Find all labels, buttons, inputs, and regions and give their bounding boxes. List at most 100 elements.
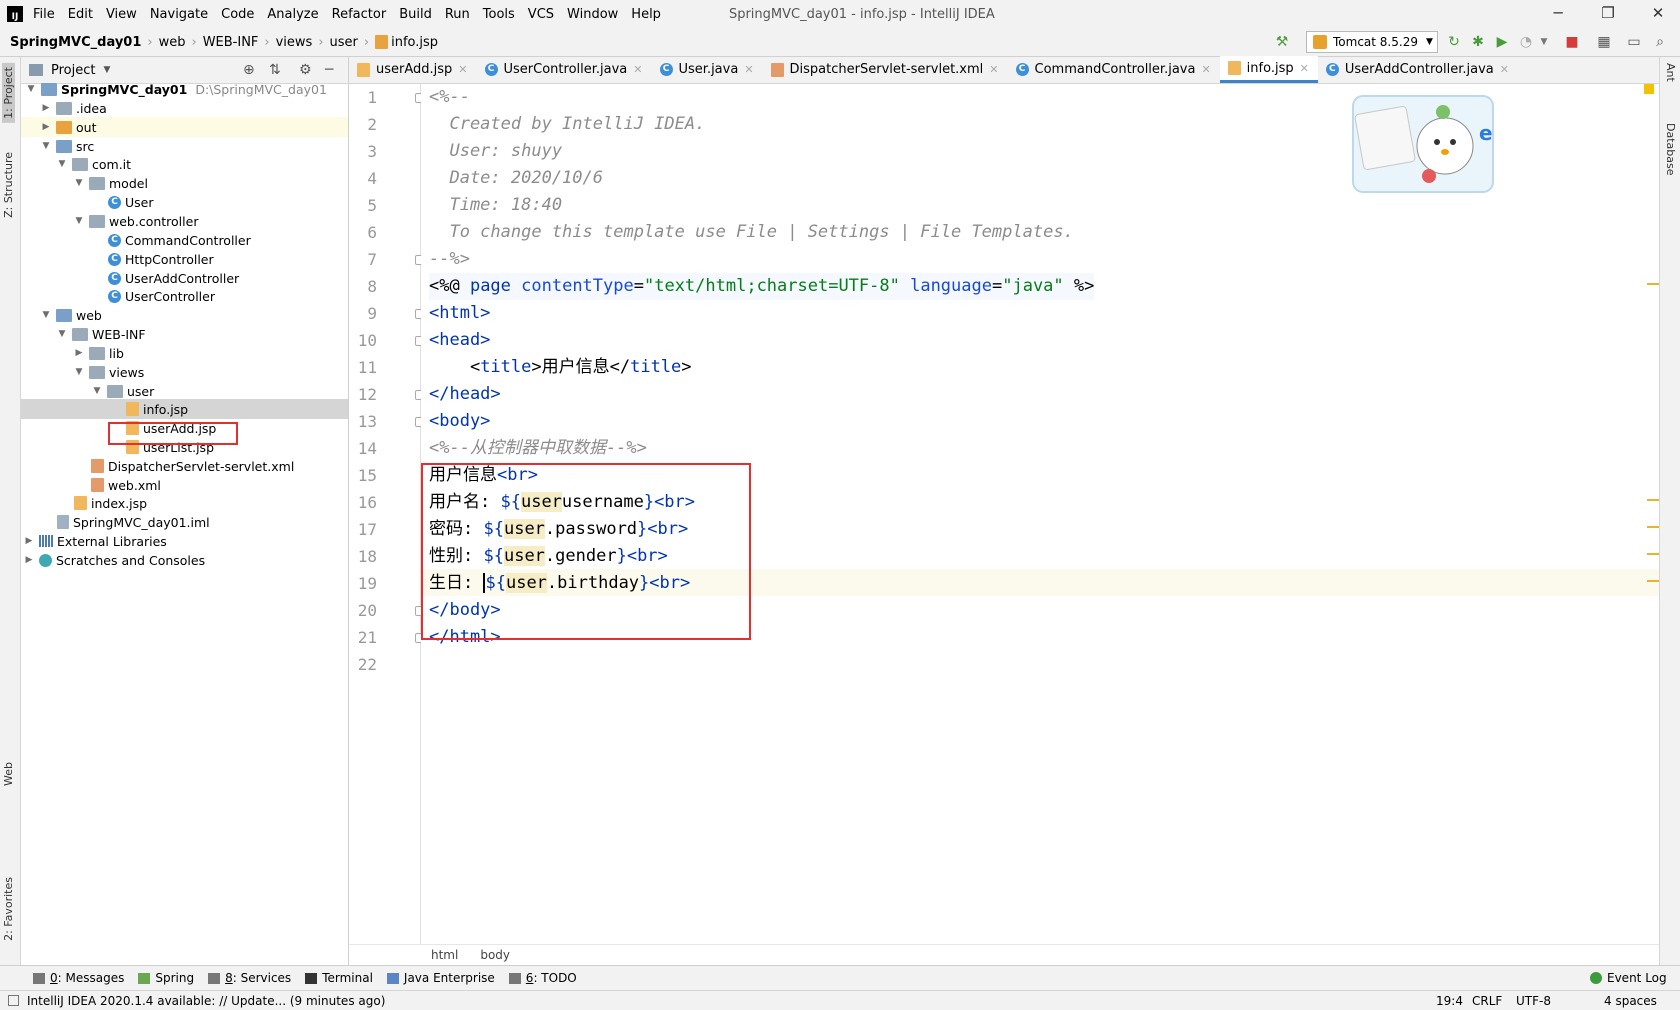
tree-item[interactable]: C UserAddController [21,268,348,288]
breadcrumb-file[interactable]: info.jsp [375,35,438,50]
tree-item[interactable]: C User [21,192,348,212]
structure-tool-tab[interactable]: Z: Structure [2,152,15,218]
warning-marker[interactable] [1647,499,1659,501]
tree-item[interactable]: C UserController [21,286,348,306]
tree-item[interactable]: ▼ web.controller [21,211,348,231]
tree-item[interactable]: ▼ model [21,173,348,193]
menu-edit[interactable]: Edit [68,7,93,22]
stop-icon[interactable]: ■ [1564,34,1580,50]
tab-info-jsp[interactable]: info.jsp ✕ [1219,56,1318,83]
event-log-button[interactable]: Event Log [1590,971,1667,985]
java-enterprise-tool-button[interactable]: Java Enterprise [386,971,495,985]
tab-commandcontroller-java[interactable]: C CommandController.java ✕ [1008,56,1220,83]
inspection-status-icon[interactable] [1644,84,1654,94]
warning-marker[interactable] [1647,580,1659,582]
menu-view[interactable]: View [106,7,137,22]
web-tool-tab[interactable]: Web [2,762,15,786]
expanded-arrow-icon[interactable]: ▼ [73,178,85,188]
ant-tool-tab[interactable]: Ant [1664,63,1677,82]
editor-breadcrumb-html[interactable]: html [431,948,458,962]
indent-setting[interactable]: 4 spaces [1604,994,1657,1008]
breadcrumb-web[interactable]: web [159,35,186,50]
tree-item[interactable]: index.jsp [21,493,348,513]
collapsed-arrow-icon[interactable]: ▶ [73,348,85,358]
locate-icon[interactable]: ⊕ [243,62,255,78]
tree-item[interactable]: ▶ lib [21,343,348,363]
chevron-down-icon[interactable]: ▼ [103,65,110,75]
expanded-arrow-icon[interactable]: ▼ [91,386,103,396]
collapse-all-icon[interactable]: ⇅ [269,62,281,78]
collapsed-arrow-icon[interactable]: ▶ [23,536,35,546]
tree-item[interactable]: ▼ src [21,136,348,156]
editor-breadcrumb-body[interactable]: body [480,948,510,962]
collapsed-arrow-icon[interactable]: ▶ [40,122,52,132]
tree-item[interactable]: ▼ web [21,305,348,325]
tree-item[interactable]: ▶ out [21,117,348,137]
status-toggle-icon[interactable] [8,995,19,1006]
project-view-select[interactable]: Project [51,63,95,78]
tab-useraddcontroller-java[interactable]: C UserAddController.java ✕ [1318,56,1518,83]
menu-refactor[interactable]: Refactor [332,7,387,22]
search-icon[interactable]: ⌕ [1652,34,1668,50]
tree-item[interactable]: ▶ External Libraries [21,531,348,551]
breadcrumb-views[interactable]: views [276,35,313,50]
line-separator[interactable]: CRLF [1472,994,1502,1008]
expanded-arrow-icon[interactable]: ▼ [56,159,68,169]
breadcrumb-project[interactable]: SpringMVC_day01 [10,35,141,50]
expanded-arrow-icon[interactable]: ▼ [73,367,85,377]
expanded-arrow-icon[interactable]: ▼ [40,141,52,151]
close-tab-icon[interactable]: ✕ [1500,63,1509,76]
expanded-arrow-icon[interactable]: ▼ [73,216,85,226]
tree-item[interactable]: C CommandController [21,230,348,250]
chevron-down-icon[interactable]: ▼ [1536,34,1552,50]
project-tool-tab[interactable]: 1: Project [2,63,15,123]
caret-position[interactable]: 19:4 [1436,994,1463,1008]
expanded-arrow-icon[interactable]: ▼ [25,84,37,94]
tree-item[interactable]: ▼ com.it [21,154,348,174]
restore-icon[interactable]: ❐ [1598,4,1618,22]
menu-file[interactable]: File [33,7,55,22]
status-message[interactable]: IntelliJ IDEA 2020.1.4 available: // Upd… [27,994,385,1008]
layout-icon[interactable]: ▭ [1626,34,1642,50]
terminal-tool-button[interactable]: Terminal [305,971,373,985]
close-icon[interactable]: ✕ [1648,4,1668,22]
spring-tool-button[interactable]: Spring [138,971,194,985]
tree-item-selected[interactable]: info.jsp [21,399,348,419]
debug-icon[interactable]: ✱ [1470,34,1486,50]
build-hammer-icon[interactable]: ⚒ [1274,34,1290,50]
menu-window[interactable]: Window [567,7,618,22]
menu-build[interactable]: Build [399,7,432,22]
menu-help[interactable]: Help [631,7,661,22]
tree-item[interactable]: DispatcherServlet-servlet.xml [21,456,348,476]
messages-tool-button[interactable]: 0: Messages [33,971,124,985]
services-tool-button[interactable]: 8: Services [208,971,291,985]
close-tab-icon[interactable]: ✕ [989,63,998,76]
tree-item[interactable]: ▶ Scratches and Consoles [21,550,348,570]
close-tab-icon[interactable]: ✕ [744,63,753,76]
breadcrumb-web-inf[interactable]: WEB-INF [203,35,259,50]
close-tab-icon[interactable]: ✕ [458,63,467,76]
tab-dispatcherservlet-xml[interactable]: DispatcherServlet-servlet.xml ✕ [763,56,1008,83]
tree-item[interactable]: ▼ user [21,381,348,401]
warning-marker[interactable] [1647,526,1659,528]
menu-code[interactable]: Code [221,7,254,22]
collapsed-arrow-icon[interactable]: ▶ [40,103,52,113]
file-encoding[interactable]: UTF-8 [1516,994,1551,1008]
tree-item[interactable]: ▼ views [21,362,348,382]
close-tab-icon[interactable]: ✕ [1300,62,1309,75]
profile-icon[interactable]: ◔ [1518,34,1534,50]
tab-usercontroller-java[interactable]: C UserController.java ✕ [477,56,652,83]
tree-item[interactable]: ▼ WEB-INF [21,324,348,344]
tab-user-java[interactable]: C User.java ✕ [652,56,763,83]
close-tab-icon[interactable]: ✕ [633,63,642,76]
breadcrumb-user[interactable]: user [330,35,358,50]
warning-marker[interactable] [1647,283,1659,285]
menu-run[interactable]: Run [445,7,470,22]
close-tab-icon[interactable]: ✕ [1201,63,1210,76]
run-configuration-select[interactable]: Tomcat 8.5.29 ▼ [1306,31,1438,53]
todo-tool-button[interactable]: 6: TODO [508,971,577,985]
tree-item[interactable]: ▶ .idea [21,98,348,118]
menu-tools[interactable]: Tools [483,7,515,22]
favorites-tool-tab[interactable]: 2: Favorites [2,877,15,941]
minimize-icon[interactable]: ─ [1548,4,1568,22]
